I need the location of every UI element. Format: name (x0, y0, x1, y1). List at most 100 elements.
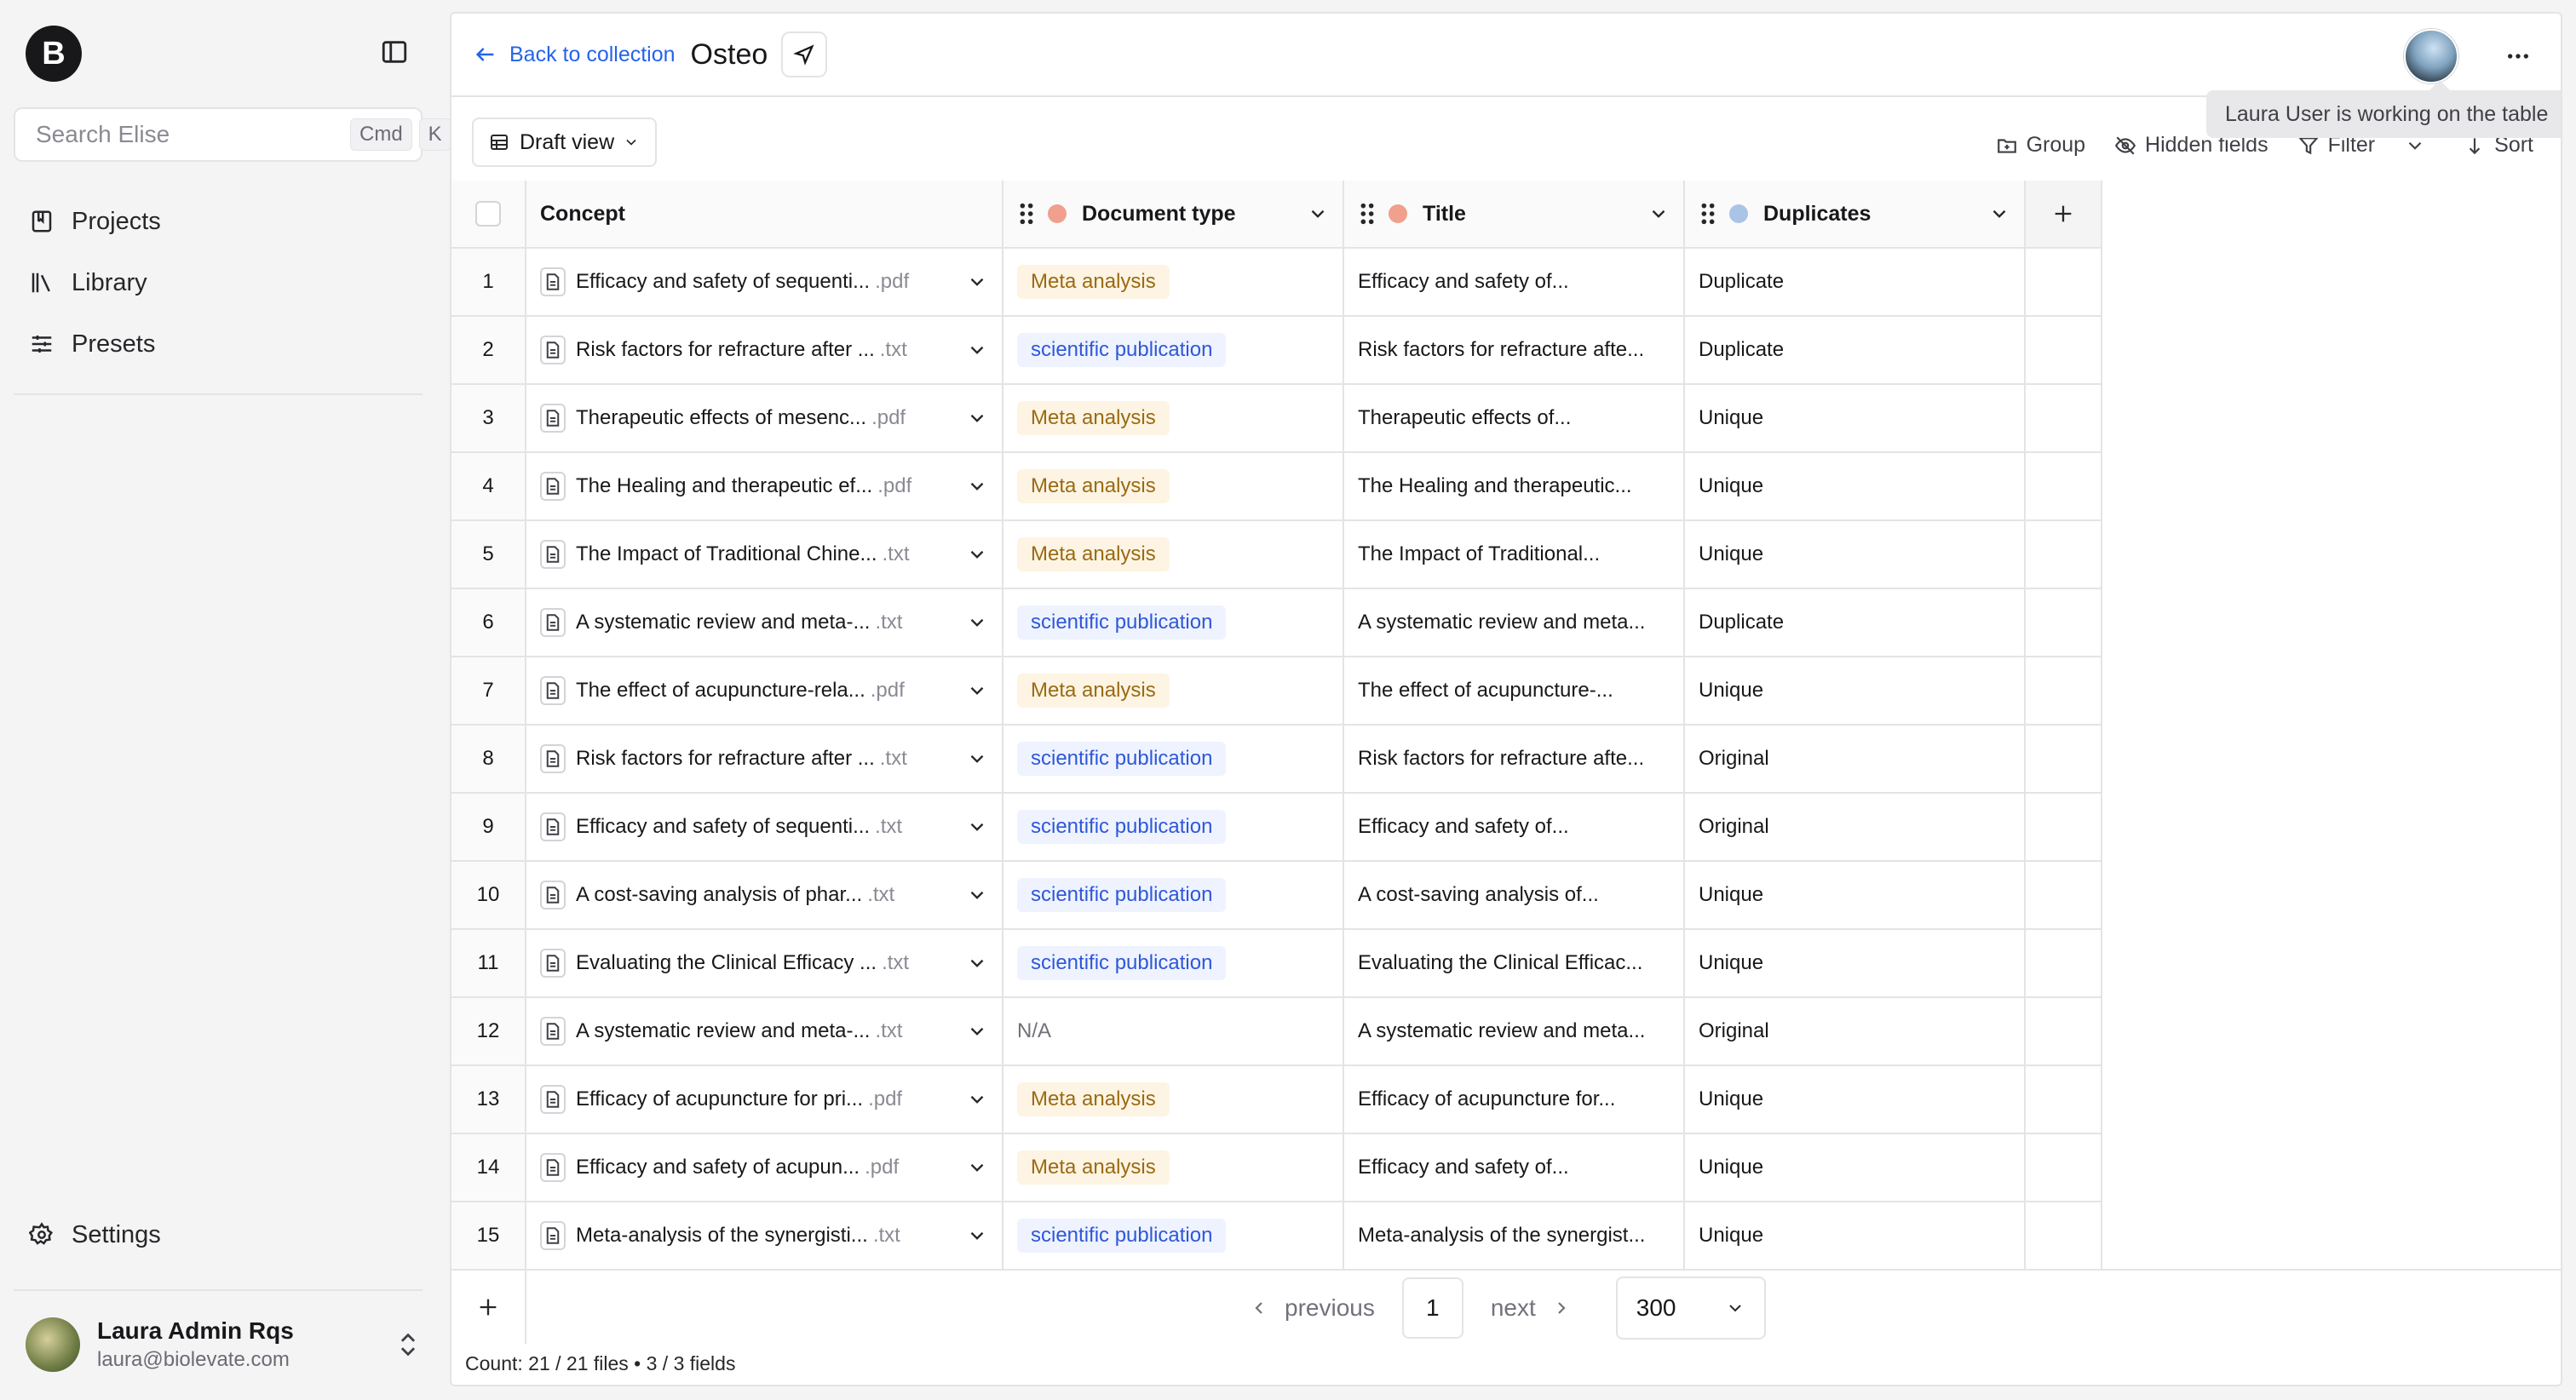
chevron-down-icon[interactable] (966, 748, 988, 770)
concept-cell[interactable]: Risk factors for refracture after ... .t… (526, 317, 1003, 383)
concept-cell[interactable]: A cost-saving analysis of phar... .txt (526, 862, 1003, 928)
more-options-icon[interactable] (2499, 37, 2537, 75)
title-cell[interactable]: A systematic review and meta... (1344, 998, 1685, 1064)
view-selector[interactable]: Draft view (472, 118, 658, 167)
file-chip[interactable]: A systematic review and meta-... .txt (540, 1017, 966, 1046)
chevron-down-icon[interactable] (966, 884, 988, 906)
chevron-down-icon[interactable] (966, 816, 988, 838)
document-type-cell[interactable]: scientific publication (1003, 930, 1344, 996)
chevron-down-icon[interactable] (1988, 203, 2010, 225)
table-row[interactable]: 13 Efficacy of acupuncture for pri... .p… (451, 1066, 2102, 1134)
chevron-down-icon[interactable] (966, 680, 988, 702)
add-row-button[interactable] (451, 1271, 526, 1344)
table-row[interactable]: 2 Risk factors for refracture after ... … (451, 317, 2102, 385)
title-cell[interactable]: Risk factors for refracture afte... (1344, 317, 1685, 383)
concept-cell[interactable]: Efficacy of acupuncture for pri... .pdf (526, 1066, 1003, 1133)
table-row[interactable]: 8 Risk factors for refracture after ... … (451, 726, 2102, 794)
document-type-cell[interactable]: Meta analysis (1003, 521, 1344, 588)
chevron-down-icon[interactable] (966, 1088, 988, 1110)
document-type-cell[interactable]: scientific publication (1003, 317, 1344, 383)
search-box[interactable]: Cmd K (14, 107, 451, 162)
app-logo[interactable]: B (26, 26, 82, 82)
title-cell[interactable]: A systematic review and meta... (1344, 589, 1685, 656)
chevron-down-icon[interactable] (1307, 203, 1329, 225)
title-cell[interactable]: Efficacy and safety of... (1344, 249, 1685, 315)
file-chip[interactable]: A cost-saving analysis of phar... .txt (540, 881, 966, 909)
file-chip[interactable]: Efficacy of acupuncture for pri... .pdf (540, 1085, 966, 1114)
table-row[interactable]: 9 Efficacy and safety of sequenti... .tx… (451, 794, 2102, 862)
file-chip[interactable]: Efficacy and safety of acupun... .pdf (540, 1153, 966, 1182)
document-type-cell[interactable]: Meta analysis (1003, 249, 1344, 315)
chevron-down-icon[interactable] (966, 1156, 988, 1179)
concept-cell[interactable]: The effect of acupuncture-rela... .pdf (526, 657, 1003, 724)
duplicates-cell[interactable]: Original (1685, 998, 2026, 1064)
duplicates-cell[interactable]: Original (1685, 726, 2026, 792)
duplicates-cell[interactable]: Unique (1685, 1134, 2026, 1201)
document-type-cell[interactable]: scientific publication (1003, 862, 1344, 928)
title-cell[interactable]: Efficacy and safety of... (1344, 1134, 1685, 1201)
concept-cell[interactable]: Efficacy and safety of sequenti... .pdf (526, 249, 1003, 315)
column-header-concept[interactable]: Concept (526, 181, 1003, 247)
drag-handle-icon[interactable] (1017, 202, 1036, 226)
concept-cell[interactable]: Meta-analysis of the synergisti... .txt (526, 1202, 1003, 1269)
file-chip[interactable]: Efficacy and safety of sequenti... .txt (540, 812, 966, 841)
document-type-cell[interactable]: Meta analysis (1003, 453, 1344, 519)
document-type-cell[interactable]: scientific publication (1003, 589, 1344, 656)
file-chip[interactable]: The Healing and therapeutic ef... .pdf (540, 472, 966, 501)
duplicates-cell[interactable]: Original (1685, 794, 2026, 860)
drag-handle-icon[interactable] (1699, 202, 1717, 226)
chevron-down-icon[interactable] (966, 407, 988, 429)
duplicates-cell[interactable]: Duplicate (1685, 249, 2026, 315)
chevron-down-icon[interactable] (966, 611, 988, 634)
sidebar-item-library[interactable]: Library (14, 252, 423, 313)
concept-cell[interactable]: A systematic review and meta-... .txt (526, 589, 1003, 656)
duplicates-cell[interactable]: Unique (1685, 862, 2026, 928)
chevron-down-icon[interactable] (966, 952, 988, 974)
column-header-title[interactable]: Title (1344, 181, 1685, 247)
sidebar-item-projects[interactable]: Projects (14, 191, 423, 252)
concept-cell[interactable]: The Healing and therapeutic ef... .pdf (526, 453, 1003, 519)
document-type-cell[interactable]: Meta analysis (1003, 1066, 1344, 1133)
collaborator-avatar[interactable] (2404, 29, 2458, 83)
table-row[interactable]: 7 The effect of acupuncture-rela... .pdf… (451, 657, 2102, 726)
title-cell[interactable]: The Healing and therapeutic... (1344, 453, 1685, 519)
chevron-down-icon[interactable] (966, 1020, 988, 1042)
concept-cell[interactable]: Efficacy and safety of acupun... .pdf (526, 1134, 1003, 1201)
table-row[interactable]: 15 Meta-analysis of the synergisti... .t… (451, 1202, 2102, 1271)
title-cell[interactable]: The effect of acupuncture-... (1344, 657, 1685, 724)
document-type-cell[interactable]: scientific publication (1003, 794, 1344, 860)
document-type-cell[interactable]: Meta analysis (1003, 657, 1344, 724)
title-cell[interactable]: Risk factors for refracture afte... (1344, 726, 1685, 792)
table-row[interactable]: 4 The Healing and therapeutic ef... .pdf… (451, 453, 2102, 521)
column-header-document-type[interactable]: Document type (1003, 181, 1344, 247)
file-chip[interactable]: Meta-analysis of the synergisti... .txt (540, 1221, 966, 1250)
concept-cell[interactable]: Risk factors for refracture after ... .t… (526, 726, 1003, 792)
sidebar-toggle-icon[interactable] (380, 37, 409, 66)
next-page-button[interactable]: next (1491, 1294, 1572, 1322)
table-row[interactable]: 11 Evaluating the Clinical Efficacy ... … (451, 930, 2102, 998)
page-number-input[interactable]: 1 (1401, 1277, 1463, 1339)
table-row[interactable]: 6 A systematic review and meta-... .txt … (451, 589, 2102, 657)
chevron-down-icon[interactable] (966, 475, 988, 497)
concept-cell[interactable]: Therapeutic effects of mesenc... .pdf (526, 385, 1003, 451)
table-row[interactable]: 14 Efficacy and safety of acupun... .pdf… (451, 1134, 2102, 1202)
concept-cell[interactable]: Efficacy and safety of sequenti... .txt (526, 794, 1003, 860)
title-cell[interactable]: Meta-analysis of the synergist... (1344, 1202, 1685, 1269)
title-cell[interactable]: Therapeutic effects of... (1344, 385, 1685, 451)
column-header-duplicates[interactable]: Duplicates (1685, 181, 2026, 247)
select-all-checkbox[interactable] (475, 201, 501, 227)
duplicates-cell[interactable]: Unique (1685, 657, 2026, 724)
title-cell[interactable]: Efficacy and safety of... (1344, 794, 1685, 860)
file-chip[interactable]: The Impact of Traditional Chine... .txt (540, 540, 966, 569)
document-type-cell[interactable]: Meta analysis (1003, 385, 1344, 451)
chevron-down-icon[interactable] (966, 543, 988, 565)
file-chip[interactable]: Therapeutic effects of mesenc... .pdf (540, 404, 966, 433)
back-to-collection-link[interactable]: Back to collection (474, 43, 676, 67)
title-cell[interactable]: Evaluating the Clinical Efficac... (1344, 930, 1685, 996)
file-chip[interactable]: The effect of acupuncture-rela... .pdf (540, 676, 966, 705)
duplicates-cell[interactable]: Unique (1685, 385, 2026, 451)
chevron-down-icon[interactable] (966, 271, 988, 293)
table-row[interactable]: 1 Efficacy and safety of sequenti... .pd… (451, 249, 2102, 317)
add-column-button[interactable] (2026, 181, 2102, 247)
concept-cell[interactable]: A systematic review and meta-... .txt (526, 998, 1003, 1064)
